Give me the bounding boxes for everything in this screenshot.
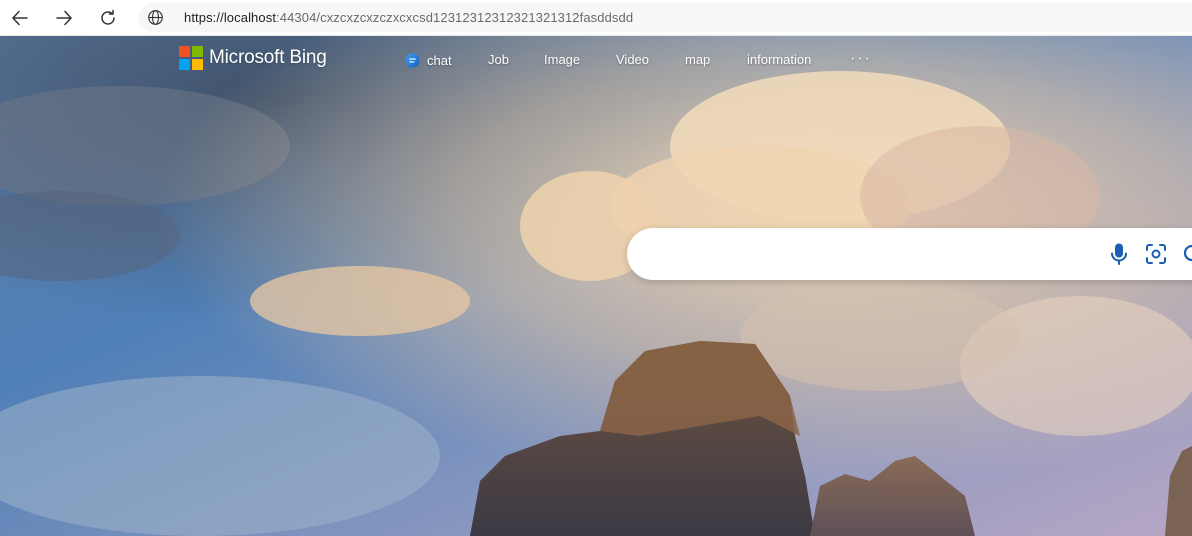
forward-button[interactable]: [49, 3, 79, 33]
bing-header: Microsoft Bing chat Job Image Video map …: [0, 36, 1192, 86]
nav-chat[interactable]: chat: [404, 52, 452, 69]
search-icon: [1183, 244, 1192, 262]
browser-toolbar: https://localhost:44304/cxzcxzcxzczxcxcs…: [0, 0, 1192, 36]
voice-search-button[interactable]: [1105, 240, 1133, 268]
chat-icon: [405, 53, 420, 68]
search-box[interactable]: [627, 228, 1192, 280]
nav-chat-label: chat: [427, 53, 452, 68]
site-info-button[interactable]: [140, 3, 170, 32]
top-nav: chat Job Image Video map information ···: [0, 36, 1192, 86]
arrow-right-icon: [56, 10, 72, 26]
globe-icon: [147, 10, 163, 25]
visual-search-button[interactable]: [1142, 240, 1170, 268]
visual-search-icon: [1146, 244, 1166, 264]
search-input[interactable]: [647, 238, 1087, 270]
nav-information[interactable]: information: [747, 52, 811, 67]
refresh-button[interactable]: [93, 3, 123, 33]
arrow-left-icon: [12, 10, 28, 26]
url-text[interactable]: https://localhost:44304/cxzcxzcxzczxcxcs…: [184, 10, 633, 25]
url-path: :44304/cxzcxzcxzczxcxcsd1231231231232132…: [276, 10, 634, 25]
nav-map[interactable]: map: [685, 52, 710, 67]
background-image: [0, 36, 1192, 536]
microphone-icon: [1111, 243, 1127, 265]
bing-homepage: Microsoft Bing chat Job Image Video map …: [0, 36, 1192, 536]
more-menu-button[interactable]: ···: [850, 50, 872, 68]
refresh-icon: [101, 9, 115, 25]
url-host: https://localhost: [184, 10, 277, 25]
nav-video[interactable]: Video: [616, 52, 649, 67]
back-button[interactable]: [5, 3, 35, 33]
nav-image[interactable]: Image: [544, 52, 580, 67]
search-button[interactable]: [1179, 240, 1192, 268]
address-bar[interactable]: https://localhost:44304/cxzcxzcxzczxcxcs…: [138, 3, 1192, 32]
nav-job[interactable]: Job: [488, 52, 509, 67]
